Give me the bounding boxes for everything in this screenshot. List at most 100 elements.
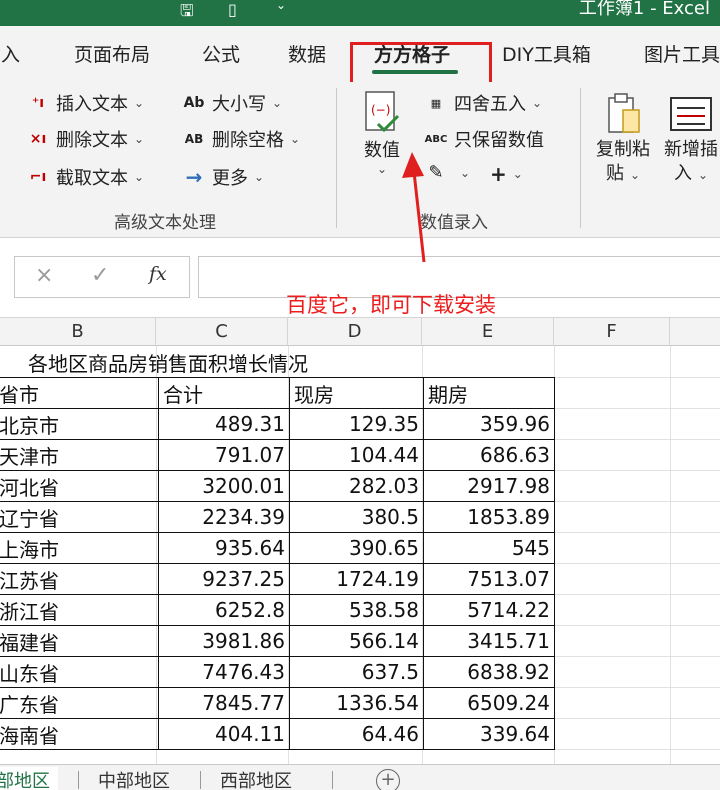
tab-insert[interactable]: 插入: [0, 40, 20, 67]
new-file-icon[interactable]: ▯: [228, 0, 237, 19]
sheet-tab-east[interactable]: 东部地区: [0, 767, 58, 790]
chevron-down-icon: ⌄: [272, 96, 283, 110]
add-button[interactable]: + ⌄: [490, 162, 523, 186]
numeric-entry-icon: (−): [365, 91, 400, 133]
presale-cell[interactable]: 1853.89: [423, 501, 555, 533]
existing-cell[interactable]: 104.44: [289, 439, 424, 471]
total-cell[interactable]: 489.31: [158, 408, 290, 440]
delete-text-button[interactable]: ×ı 删除文本 ⌄: [26, 126, 144, 152]
existing-cell[interactable]: 64.46: [289, 718, 424, 750]
total-cell[interactable]: 935.64: [158, 532, 290, 564]
copy-paste-button[interactable]: 复制粘 贴 ⌄: [596, 90, 650, 187]
table-row: 福建省 3981.86 566.14 3415.71: [0, 625, 555, 657]
presale-cell[interactable]: 5714.22: [423, 594, 555, 626]
insert-rows-icon: [670, 97, 712, 131]
column-header-b[interactable]: B: [0, 318, 156, 346]
title-bar: 🖫 ▯ ⌄ 工作簿1 - Excel: [0, 0, 720, 26]
header-cell-presale[interactable]: 期房: [423, 377, 555, 409]
annotation-text: 百度它，即可下载安装: [286, 293, 496, 317]
province-cell[interactable]: 福建省: [0, 625, 159, 657]
province-cell[interactable]: 河北省: [0, 470, 159, 502]
table-row: 江苏省 9237.25 1724.19 7513.07: [0, 563, 555, 595]
tab-data[interactable]: 数据: [288, 40, 326, 67]
existing-cell[interactable]: 637.5: [289, 656, 424, 688]
province-cell[interactable]: 山东省: [0, 656, 159, 688]
cancel-icon[interactable]: ×: [35, 263, 53, 288]
presale-cell[interactable]: 2917.98: [423, 470, 555, 502]
sheet-title[interactable]: 各地区商品房销售面积增长情况: [28, 348, 308, 377]
header-cell-existing[interactable]: 现房: [289, 377, 424, 409]
province-cell[interactable]: 海南省: [0, 718, 159, 750]
header-cell-province[interactable]: 省市: [0, 377, 159, 409]
worksheet-grid[interactable]: 各地区商品房销售面积增长情况 省市 合计 现房 期房 北京市 489.31 129.…: [0, 346, 720, 764]
formula-buttons: × ✓ fx: [14, 256, 190, 298]
chevron-down-icon[interactable]: ⌄: [276, 0, 286, 12]
existing-cell[interactable]: 380.5: [289, 501, 424, 533]
arrow-right-icon: →: [185, 165, 203, 189]
header-cell-total[interactable]: 合计: [158, 377, 290, 409]
extract-text-button[interactable]: ⌐ı 截取文本 ⌄: [26, 164, 144, 190]
presale-cell[interactable]: 359.96: [423, 408, 555, 440]
column-headers: B C D E F: [0, 318, 720, 346]
sheet-tab-west[interactable]: 西部地区: [220, 767, 292, 790]
column-header-c[interactable]: C: [156, 318, 288, 346]
more-button[interactable]: → 更多 ⌄: [182, 164, 264, 190]
insert-text-button[interactable]: ⁺ı 插入文本 ⌄: [26, 90, 144, 116]
round-icon: ▦: [430, 96, 442, 110]
existing-cell[interactable]: 566.14: [289, 625, 424, 657]
province-cell[interactable]: 天津市: [0, 439, 159, 471]
column-header-e[interactable]: E: [422, 318, 554, 346]
tab-formulas[interactable]: 公式: [202, 40, 240, 67]
presale-cell[interactable]: 339.64: [423, 718, 555, 750]
presale-cell[interactable]: 6838.92: [423, 656, 555, 688]
existing-cell[interactable]: 1336.54: [289, 687, 424, 719]
case-button[interactable]: Ab 大小写 ⌄: [182, 90, 283, 116]
province-cell[interactable]: 广东省: [0, 687, 159, 719]
round-button[interactable]: ▦ 四舍五入 ⌄: [424, 90, 542, 116]
tab-picture-tools[interactable]: 图片工具: [644, 40, 720, 67]
remove-spaces-button[interactable]: AB 删除空格 ⌄: [182, 126, 300, 152]
total-cell[interactable]: 9237.25: [158, 563, 290, 595]
existing-cell[interactable]: 282.03: [289, 470, 424, 502]
presale-cell[interactable]: 6509.24: [423, 687, 555, 719]
total-cell[interactable]: 2234.39: [158, 501, 290, 533]
total-cell[interactable]: 3200.01: [158, 470, 290, 502]
tab-diy-toolbox[interactable]: DIY工具箱: [502, 40, 591, 67]
chevron-down-icon: ⌄: [134, 170, 145, 184]
presale-cell[interactable]: 686.63: [423, 439, 555, 471]
total-cell[interactable]: 3981.86: [158, 625, 290, 657]
insert-function-icon[interactable]: fx: [149, 263, 167, 285]
province-cell[interactable]: 北京市: [0, 408, 159, 440]
total-cell[interactable]: 7845.77: [158, 687, 290, 719]
province-cell[interactable]: 上海市: [0, 532, 159, 564]
column-header-f[interactable]: F: [554, 318, 670, 346]
add-sheet-icon[interactable]: +: [376, 769, 400, 790]
table-body: 北京市 489.31 129.35 359.96 天津市 791.07 104.44 686.…: [0, 408, 555, 750]
total-cell[interactable]: 791.07: [158, 439, 290, 471]
column-header-d[interactable]: D: [288, 318, 422, 346]
existing-cell[interactable]: 1724.19: [289, 563, 424, 595]
save-icon[interactable]: 🖫: [180, 0, 194, 20]
tab-page-layout[interactable]: 页面布局: [74, 40, 150, 67]
table-row: 上海市 935.64 390.65 545: [0, 532, 555, 564]
total-cell[interactable]: 404.11: [158, 718, 290, 750]
presale-cell[interactable]: 545: [423, 532, 555, 564]
enter-icon[interactable]: ✓: [91, 263, 109, 288]
province-cell[interactable]: 江苏省: [0, 563, 159, 595]
presale-cell[interactable]: 3415.71: [423, 625, 555, 657]
existing-cell[interactable]: 538.58: [289, 594, 424, 626]
keep-values-button[interactable]: ABC 只保留数值: [424, 126, 544, 152]
edit-format-button[interactable]: ✎ ⌄: [424, 162, 470, 183]
province-cell[interactable]: 辽宁省: [0, 501, 159, 533]
table-row: 山东省 7476.43 637.5 6838.92: [0, 656, 555, 688]
chevron-down-icon: ⌄: [512, 167, 523, 181]
insert-new-button[interactable]: 新增插 入 ⌄: [664, 90, 718, 187]
presale-cell[interactable]: 7513.07: [423, 563, 555, 595]
total-cell[interactable]: 6252.8: [158, 594, 290, 626]
existing-cell[interactable]: 390.65: [289, 532, 424, 564]
existing-cell[interactable]: 129.35: [289, 408, 424, 440]
sheet-tab-central[interactable]: 中部地区: [98, 767, 170, 790]
province-cell[interactable]: 浙江省: [0, 594, 159, 626]
numeric-entry-button[interactable]: (−) 数值 ⌄: [362, 88, 402, 176]
total-cell[interactable]: 7476.43: [158, 656, 290, 688]
